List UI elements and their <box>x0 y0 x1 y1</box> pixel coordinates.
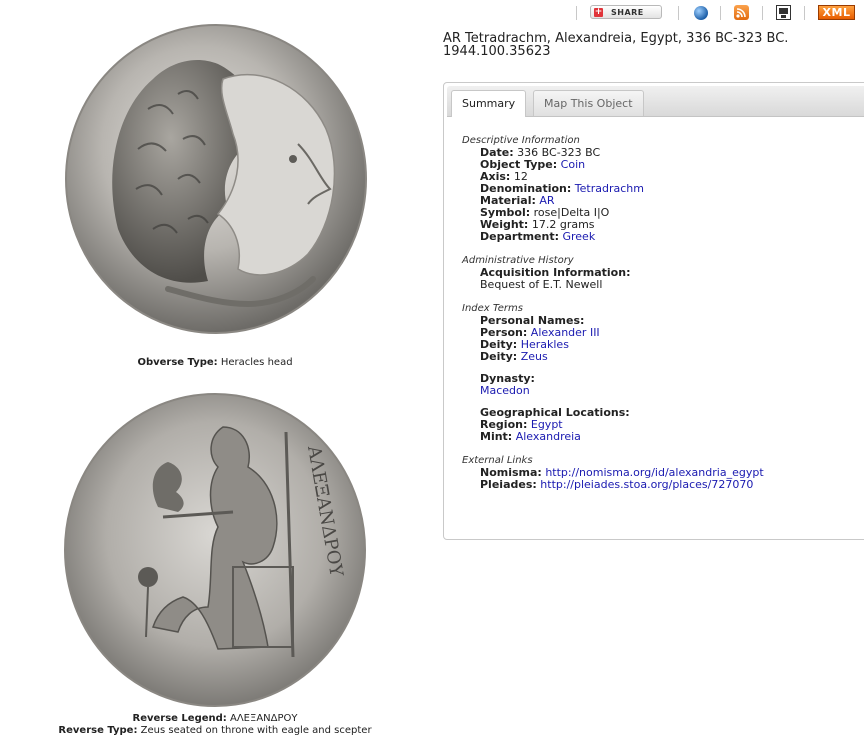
object-title: AR Tetradrachm, Alexandreia, Egypt, 336 … <box>443 32 863 58</box>
field-label: Department: <box>480 230 559 243</box>
reverse-legend-label: Reverse Legend: <box>132 713 227 724</box>
tab-map-this-object[interactable]: Map This Object <box>533 90 644 116</box>
obverse-type-value: Heracles head <box>220 357 293 368</box>
pleiades-link[interactable]: http://pleiades.stoa.org/places/727070 <box>540 478 753 491</box>
obverse-type-label: Obverse Type: <box>137 357 218 368</box>
field-department: Department: Greek <box>462 231 862 243</box>
reverse-legend-value: ΑΛΕΞΑΝΔΡΟΥ <box>230 713 298 724</box>
field-mint: Mint: Alexandreia <box>462 431 862 443</box>
obverse-caption: Obverse Type: Heracles head <box>40 357 390 368</box>
toolbar-separator <box>804 6 805 20</box>
deity-link[interactable]: Zeus <box>521 350 548 363</box>
tab-summary[interactable]: Summary <box>451 90 527 117</box>
share-label: SHARE <box>611 8 644 17</box>
summary-content: Descriptive Information Date: 336 BC-323… <box>462 135 862 491</box>
reverse-coin-image[interactable]: ΑΛΕΞΑΝΔΡΟΥ <box>58 387 373 714</box>
globe-icon[interactable] <box>694 6 708 20</box>
toolbar-separator <box>678 6 679 20</box>
denomination-link[interactable]: Tetradrachm <box>575 182 644 195</box>
field-pleiades: Pleiades: http://pleiades.stoa.org/place… <box>462 479 862 491</box>
xml-icon[interactable]: XML <box>818 5 855 20</box>
field-acquisition-value: Bequest of E.T. Newell <box>480 278 603 291</box>
toolbar: + SHARE XML <box>576 4 864 22</box>
reverse-type-value: Zeus seated on throne with eagle and sce… <box>140 725 372 736</box>
field-label: Mint: <box>480 430 513 443</box>
share-icon: + <box>594 7 603 17</box>
field-label: Deity: <box>480 350 518 363</box>
toolbar-separator <box>576 6 577 20</box>
obverse-coin-image[interactable] <box>58 19 373 346</box>
toolbar-separator <box>762 6 763 20</box>
reverse-caption: Reverse Legend: ΑΛΕΞΑΝΔΡΟΥ Reverse Type:… <box>40 713 390 737</box>
field-dynasty: Macedon <box>462 385 862 397</box>
toolbar-separator <box>720 6 721 20</box>
object-type-link[interactable]: Coin <box>561 158 585 171</box>
field-deity: Deity: Zeus <box>462 351 862 363</box>
dynasty-link[interactable]: Macedon <box>480 384 530 397</box>
kml-icon[interactable] <box>776 5 791 20</box>
record-panel: Summary Map This Object Descriptive Info… <box>443 82 864 540</box>
reverse-type-label: Reverse Type: <box>58 725 138 736</box>
field-label: Pleiades: <box>480 478 537 491</box>
rss-icon[interactable] <box>734 5 749 20</box>
mint-link[interactable]: Alexandreia <box>516 430 581 443</box>
accession-number: 1944.100.35623 <box>443 44 551 59</box>
department-link[interactable]: Greek <box>562 230 595 243</box>
tab-bar: Summary Map This Object <box>447 86 864 117</box>
share-button[interactable]: + SHARE <box>590 5 662 19</box>
